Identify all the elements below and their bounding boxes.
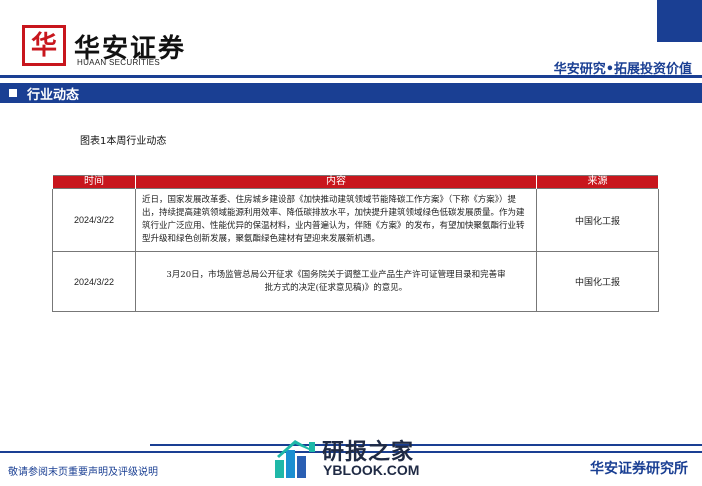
row-content: 3月20日，市场监管总局公开征求《国务院关于调整工业产品生产许可证管理目录和完善… (135, 251, 537, 312)
section-title: 行业动态 (27, 87, 80, 103)
watermark-logo-icon (275, 440, 315, 478)
table-row: 2024/3/22 3月20日，市场监管总局公开征求《国务院关于调整工业产品生产… (52, 251, 659, 312)
logo-glyph: 华 (30, 30, 57, 61)
column-header-source: 来源 (536, 175, 659, 189)
corner-accent (657, 0, 702, 42)
row-date: 2024/3/22 (52, 251, 136, 312)
watermark-url: YBLOOK.COM (323, 462, 420, 478)
footer-institute: 华安证券研究所 (590, 461, 688, 477)
table-row: 2024/3/22 近日，国家发展改革委、住房城乡建设部《加快推动建筑领域节能降… (52, 188, 659, 252)
figure-caption: 图表1本周行业动态 (80, 136, 167, 147)
footer-divider-top (150, 444, 702, 446)
row-date: 2024/3/22 (52, 188, 136, 252)
row-source: 中国化工报 (536, 188, 659, 252)
table-header-row: 时间 内容 来源 (52, 175, 659, 189)
section-header: 行业动态 (0, 83, 702, 103)
row-source: 中国化工报 (536, 251, 659, 312)
section-bullet-icon (9, 89, 17, 97)
header-divider (0, 75, 702, 78)
column-header-date: 时间 (52, 175, 136, 189)
row-content: 近日，国家发展改革委、住房城乡建设部《加快推动建筑领域节能降碳工作方案》（下称《… (135, 188, 537, 252)
column-header-content: 内容 (135, 175, 537, 189)
brand-logo: 华 (22, 25, 66, 66)
industry-news-table: 时间 内容 来源 2024/3/22 近日，国家发展改革委、住房城乡建设部《加快… (52, 175, 659, 312)
footer-disclaimer: 敬请参阅末页重要声明及评级说明 (8, 467, 158, 478)
brand-name-en: HUAAN SECURITIES (77, 58, 161, 67)
